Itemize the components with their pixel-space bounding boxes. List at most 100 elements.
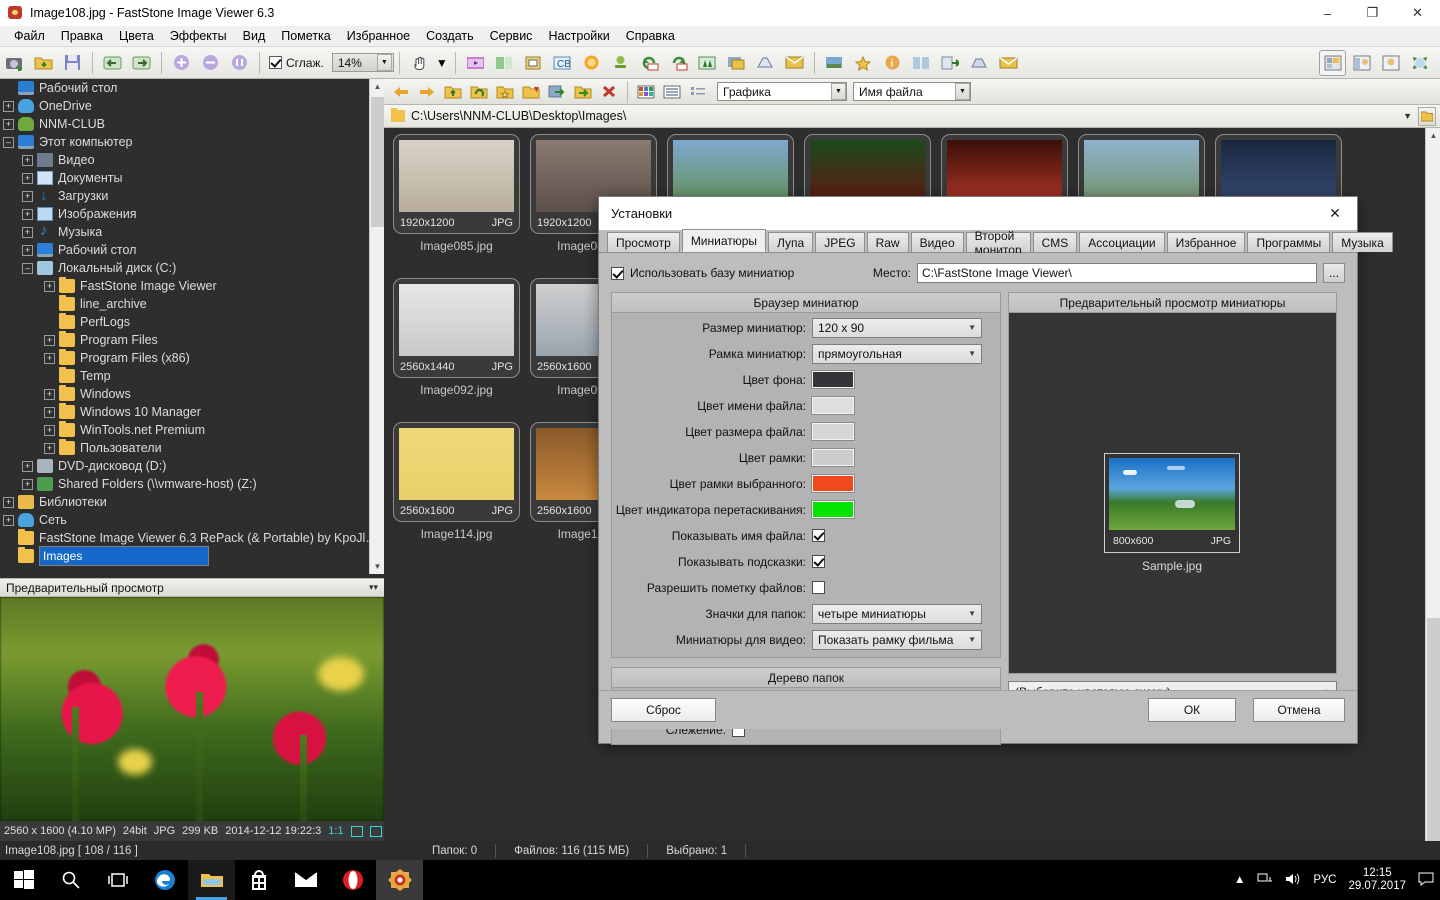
- chevron-down-icon[interactable]: ▼: [968, 609, 976, 618]
- maximize-button[interactable]: ❐: [1350, 0, 1395, 26]
- wallpaper-icon[interactable]: [821, 50, 848, 76]
- setting-select[interactable]: Показать рамку фильма▼: [812, 630, 982, 650]
- dialog-tab-избранное[interactable]: Избранное: [1167, 232, 1246, 252]
- tree-expander[interactable]: +: [22, 155, 33, 166]
- chevron-down-icon[interactable]: ▼: [968, 635, 976, 644]
- tree-expander[interactable]: +: [22, 479, 33, 490]
- tree-expander[interactable]: +: [22, 191, 33, 202]
- menu-item-4[interactable]: Вид: [235, 27, 274, 45]
- chevron-down-icon[interactable]: ▼: [968, 349, 976, 358]
- delete-icon[interactable]: [597, 81, 621, 103]
- tree-expander[interactable]: –: [22, 263, 33, 274]
- resize-icon[interactable]: [694, 50, 721, 76]
- store-icon[interactable]: [235, 860, 282, 900]
- tree-item[interactable]: +Пользователи: [0, 439, 384, 457]
- tree-expander[interactable]: +: [44, 389, 55, 400]
- sort-field-select[interactable]: Имя файла ▼: [853, 82, 971, 101]
- close-button[interactable]: ✕: [1395, 0, 1440, 26]
- info-icon[interactable]: i: [879, 50, 906, 76]
- scan-icon[interactable]: [966, 50, 993, 76]
- tree-item[interactable]: +Изображения: [0, 205, 384, 223]
- actual-pixels-icon[interactable]: [370, 826, 382, 837]
- dialog-tab-видео[interactable]: Видео: [911, 232, 964, 252]
- brightness-icon[interactable]: [578, 50, 605, 76]
- use-thumbnail-db-checkbox[interactable]: [611, 267, 624, 280]
- tree-item[interactable]: +Документы: [0, 169, 384, 187]
- ok-button[interactable]: ОК: [1148, 698, 1236, 722]
- thumbnail-cell[interactable]: 2560x1440JPGImage092.jpg: [388, 278, 525, 422]
- dialog-tab-ассоциации[interactable]: Ассоциации: [1079, 232, 1164, 252]
- tree-item[interactable]: +WinTools.net Premium: [0, 421, 384, 439]
- tree-item[interactable]: +Загрузки: [0, 187, 384, 205]
- tree-expander[interactable]: –: [3, 137, 14, 148]
- smoothing-checkbox[interactable]: [269, 56, 282, 69]
- tree-item[interactable]: Рабочий стол: [0, 79, 384, 97]
- tree-expander[interactable]: +: [22, 245, 33, 256]
- folder-tree[interactable]: Рабочий стол+OneDrive+NNM-CLUB–Этот комп…: [0, 79, 384, 574]
- tree-expander[interactable]: +: [22, 227, 33, 238]
- tree-item[interactable]: +Program Files (x86): [0, 349, 384, 367]
- tree-item[interactable]: +Библиотеки: [0, 493, 384, 511]
- list-view-icon[interactable]: [660, 81, 684, 103]
- setting-checkbox[interactable]: [812, 555, 825, 568]
- tree-item[interactable]: +Видео: [0, 151, 384, 169]
- scroll-up-icon[interactable]: ▲: [1426, 128, 1440, 143]
- tree-expander[interactable]: +: [44, 353, 55, 364]
- chevron-down-icon[interactable]: ▼: [1403, 111, 1418, 121]
- tree-item[interactable]: +Shared Folders (\\vmware-host) (Z:): [0, 475, 384, 493]
- language-indicator[interactable]: РУС: [1313, 874, 1336, 886]
- redeye-icon[interactable]: [607, 50, 634, 76]
- tree-expander[interactable]: +: [22, 461, 33, 472]
- opera-icon[interactable]: [329, 860, 376, 900]
- tree-expander[interactable]: +: [3, 515, 14, 526]
- chevron-down-icon[interactable]: ▼: [377, 54, 392, 71]
- favorites-icon[interactable]: [850, 50, 877, 76]
- tree-item[interactable]: –Локальный диск (C:): [0, 259, 384, 277]
- tree-expander[interactable]: +: [44, 281, 55, 292]
- tree-expander[interactable]: +: [3, 101, 14, 112]
- scroll-down-icon[interactable]: ▼: [370, 559, 385, 574]
- setting-color-swatch[interactable]: [812, 449, 854, 466]
- address-folder-button[interactable]: [1418, 107, 1436, 126]
- print-icon[interactable]: [752, 50, 779, 76]
- tree-item[interactable]: +Сеть: [0, 511, 384, 529]
- menu-item-0[interactable]: Файл: [6, 27, 53, 45]
- save-icon[interactable]: [59, 50, 86, 76]
- zoom-in-icon[interactable]: [168, 50, 195, 76]
- zoom-level-select[interactable]: 14% ▼: [332, 53, 394, 72]
- use-thumbnail-db-toggle[interactable]: Использовать базу миниатюр: [611, 266, 794, 280]
- dialog-tab-raw[interactable]: Raw: [867, 232, 909, 252]
- reset-button[interactable]: Сброс: [611, 698, 716, 722]
- chevron-double-down-icon[interactable]: ▾▾: [369, 582, 378, 593]
- tree-item[interactable]: +OneDrive: [0, 97, 384, 115]
- tree-item[interactable]: line_archive: [0, 295, 384, 313]
- volume-icon[interactable]: [1285, 872, 1301, 889]
- dialog-tabs[interactable]: ПросмотрМиниатюрыЛупаJPEGRawВидеоВторой …: [599, 230, 1357, 253]
- smoothing-toggle[interactable]: Сглаж.: [269, 56, 324, 70]
- setting-select[interactable]: 120 x 90▼: [812, 318, 982, 338]
- tree-item[interactable]: +NNM-CLUB: [0, 115, 384, 133]
- thumbnail-frame[interactable]: 2560x1440JPG: [393, 278, 520, 378]
- clock[interactable]: 12:15 29.07.2017: [1348, 867, 1406, 893]
- scrollbar-thumb[interactable]: [371, 97, 384, 227]
- setting-select[interactable]: прямоугольная▼: [812, 344, 982, 364]
- convert-icon[interactable]: [937, 50, 964, 76]
- dialog-tab-программы[interactable]: Программы: [1247, 232, 1330, 252]
- menu-item-2[interactable]: Цвета: [111, 27, 162, 45]
- start-icon[interactable]: [0, 860, 47, 900]
- color-adjust-icon[interactable]: CB: [549, 50, 576, 76]
- menu-item-6[interactable]: Избранное: [339, 27, 418, 45]
- scroll-up-icon[interactable]: ▲: [370, 79, 385, 94]
- favorites-folder-icon[interactable]: [493, 81, 517, 103]
- filter-type-select[interactable]: Графика ▼: [717, 82, 847, 101]
- back-icon[interactable]: [389, 81, 413, 103]
- email-icon[interactable]: [781, 50, 808, 76]
- dialog-tab-просмотр[interactable]: Просмотр: [607, 232, 680, 252]
- thumbnail-list-icon[interactable]: [1348, 50, 1375, 76]
- thumbnail-cell[interactable]: 2560x1600JPGImage114.jpg: [388, 422, 525, 566]
- capture-icon[interactable]: [1, 50, 28, 76]
- dialog-tab-cms[interactable]: CMS: [1033, 232, 1078, 252]
- details-view-icon[interactable]: [686, 81, 710, 103]
- tree-item[interactable]: PerfLogs: [0, 313, 384, 331]
- thumbnail-view-icon[interactable]: [634, 81, 658, 103]
